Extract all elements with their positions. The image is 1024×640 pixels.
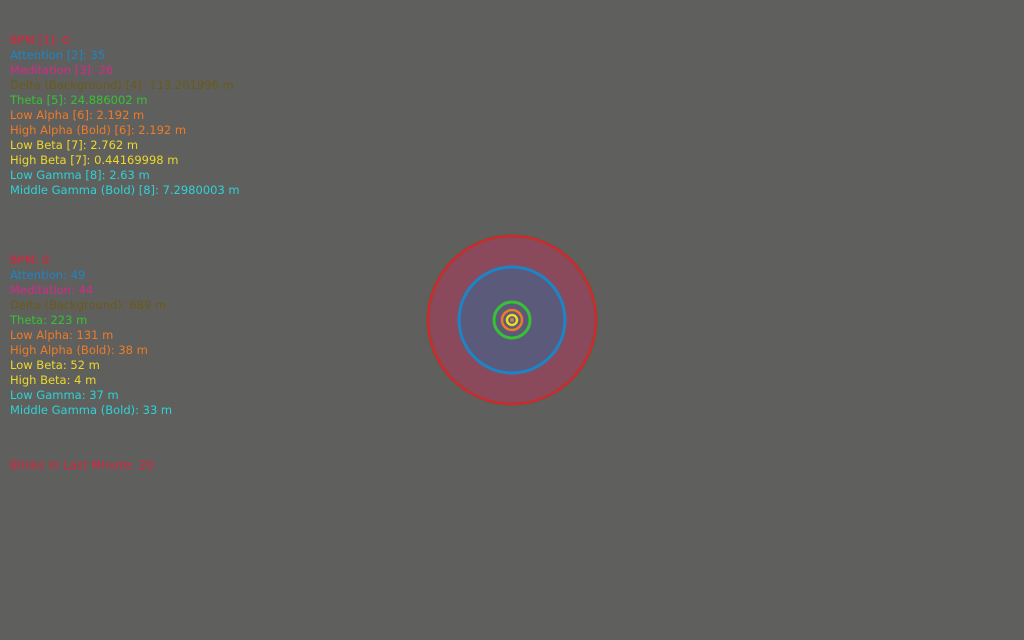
brainwave-rings-visualization bbox=[426, 234, 598, 406]
center-dot bbox=[510, 318, 514, 322]
